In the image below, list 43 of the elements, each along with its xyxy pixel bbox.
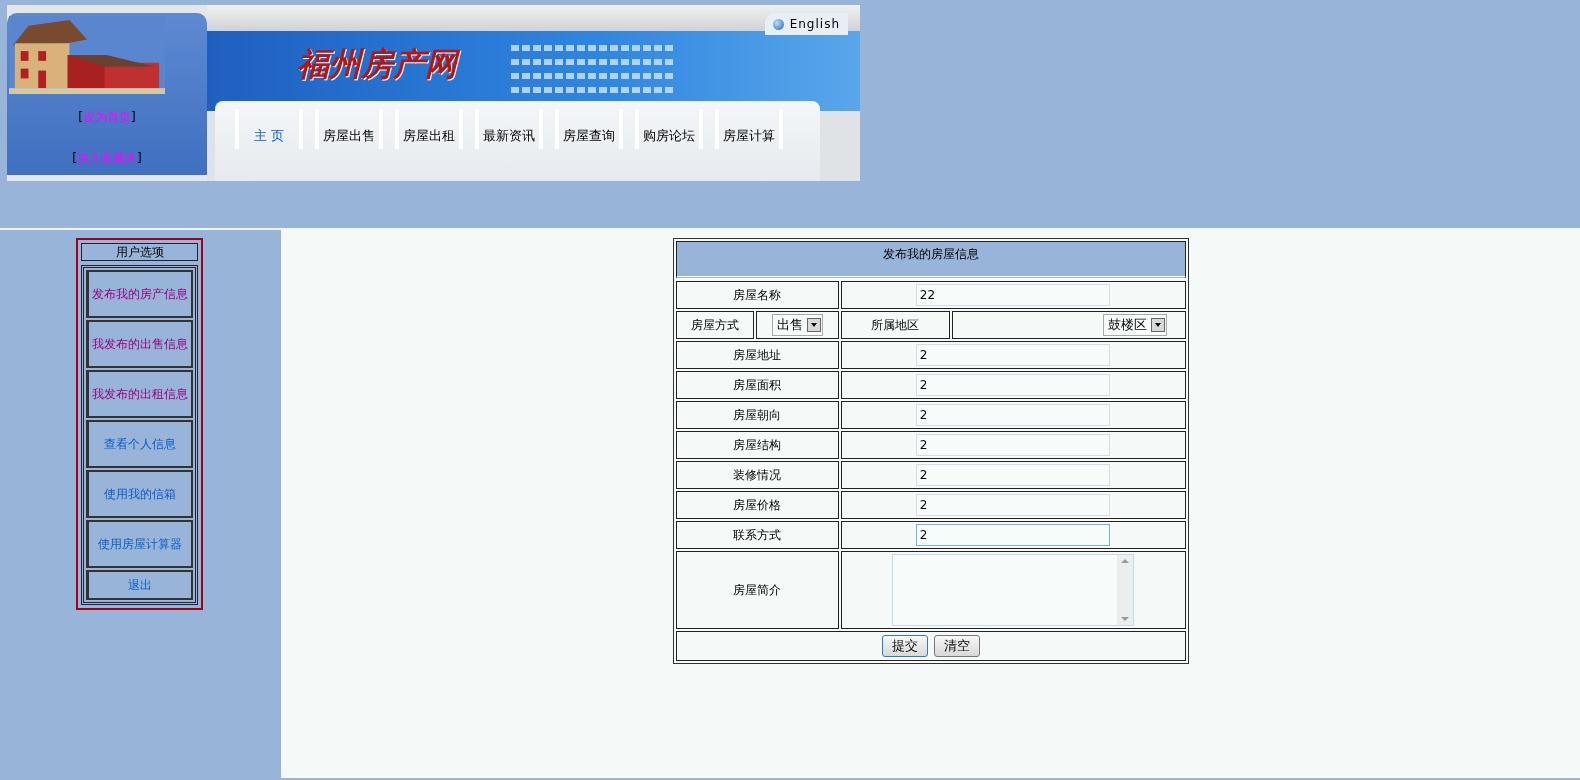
bracket: [ (72, 151, 77, 165)
text-area[interactable] (891, 554, 1134, 626)
select-field[interactable]: 出售 (771, 314, 823, 336)
nav-tab[interactable]: 房屋出售 (315, 109, 383, 149)
field-label: 房屋简介 (675, 551, 839, 629)
field-label: 房屋方式 (675, 311, 755, 339)
field-label: 联系方式 (675, 521, 839, 549)
globe-icon (772, 18, 784, 30)
select-field[interactable]: 鼓楼区 (1102, 314, 1167, 336)
sidebar-title: 用户选项 (81, 243, 198, 261)
bracket: ] (131, 110, 136, 124)
nav-tab[interactable]: 最新资讯 (475, 109, 543, 149)
input-field[interactable]: 2 (915, 464, 1110, 486)
input-field[interactable]: 2 (915, 434, 1110, 456)
form-button[interactable]: 提交 (881, 635, 928, 657)
field-label: 装修情况 (675, 461, 839, 489)
caret-icon (1150, 318, 1165, 332)
field-label: 房屋名称 (675, 281, 839, 309)
input-field[interactable]: 2 (915, 344, 1110, 366)
field-label: 房屋面积 (675, 371, 839, 399)
form-button[interactable]: 清空 (933, 635, 980, 657)
input-field[interactable]: 22 (915, 284, 1110, 306)
field-label: 房屋价格 (675, 491, 839, 519)
sidebar-link[interactable]: 我发布的出售信息 (86, 320, 193, 368)
nav-tab[interactable]: 房屋出租 (395, 109, 463, 149)
sidebar-link[interactable]: 我发布的出租信息 (86, 370, 193, 418)
input-field[interactable]: 2 (915, 404, 1110, 426)
field-label: 房屋地址 (675, 341, 839, 369)
bracket: [ (78, 110, 83, 124)
caret-icon (806, 318, 821, 332)
field-label: 房屋结构 (675, 431, 839, 459)
field-label: 房屋朝向 (675, 401, 839, 429)
nav-tab[interactable]: 房屋计算 (715, 109, 783, 149)
nav-tab[interactable]: 房屋查询 (555, 109, 623, 149)
input-field[interactable]: 2 (915, 374, 1110, 396)
nav-tab[interactable]: 购房论坛 (635, 109, 703, 149)
input-field[interactable]: 2 (915, 494, 1110, 516)
sidebar-link[interactable]: 发布我的房产信息 (86, 270, 193, 318)
input-field[interactable]: 2 (915, 524, 1110, 546)
nav-tab[interactable]: 主 页 (235, 109, 303, 149)
bracket: ] (137, 151, 142, 165)
form-title: 发布我的房屋信息 (675, 241, 1186, 279)
field-label: 所属地区 (840, 311, 950, 339)
